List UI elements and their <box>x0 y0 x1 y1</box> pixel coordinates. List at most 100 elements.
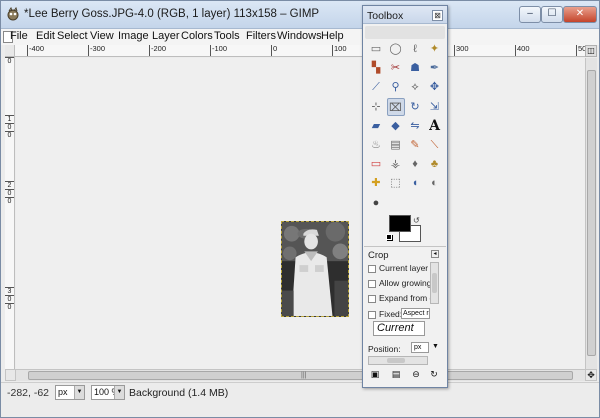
menu-windows[interactable]: Windows <box>277 30 322 42</box>
allow-growing-option[interactable]: Allow growing <box>368 278 431 288</box>
menu-filters[interactable]: Filters <box>246 30 276 42</box>
menu-view[interactable]: View <box>90 30 114 42</box>
text-tool-icon[interactable]: A <box>426 117 444 135</box>
expand-from-center-option[interactable]: Expand from ce <box>368 293 439 303</box>
maximize-button[interactable]: ☐ <box>541 6 563 23</box>
vertical-ruler[interactable]: 0100200300 <box>5 57 15 369</box>
menu-edit[interactable]: Edit <box>36 30 55 42</box>
menu-help[interactable]: Help <box>321 30 344 42</box>
position-unit-select[interactable]: px <box>411 342 429 353</box>
rect-select-tool-icon[interactable]: ▭ <box>367 40 385 58</box>
chevron-down-icon[interactable]: ▼ <box>432 343 439 350</box>
rotate-tool-icon[interactable]: ↻ <box>406 98 424 116</box>
title-bar[interactable]: *Lee Berry Goss.JPG-4.0 (RGB, 1 layer) 1… <box>1 1 599 29</box>
perspective-tool-icon[interactable]: ◆ <box>387 117 405 135</box>
pointer-coordinates: -282, -62 <box>7 387 50 399</box>
window-title: *Lee Berry Goss.JPG-4.0 (RGB, 1 layer) 1… <box>24 8 320 20</box>
vertical-scroll-thumb[interactable] <box>587 70 596 356</box>
ruler-tick-label: -400 <box>27 45 44 56</box>
save-options-icon[interactable]: ▣ <box>369 369 381 380</box>
smudge-tool-icon[interactable]: ◖ <box>406 174 424 192</box>
unit-select[interactable]: px ▼ <box>55 385 85 400</box>
free-select-tool-icon[interactable]: ℓ <box>406 40 424 58</box>
navigate-icon[interactable]: ✥ <box>585 369 597 381</box>
zoom-select[interactable]: 100 % ▼ <box>91 385 125 400</box>
swap-colors-icon[interactable]: ↺ <box>413 216 420 225</box>
reset-options-icon[interactable]: ↻ <box>428 369 440 380</box>
checkbox[interactable] <box>368 294 376 303</box>
zoom-to-fit-icon[interactable]: ◫ <box>585 45 597 57</box>
tool-options-hscroll-thumb[interactable] <box>387 358 405 363</box>
minimize-button[interactable]: – <box>519 6 541 23</box>
close-button[interactable]: ✕ <box>563 6 597 23</box>
toolbox-close-button[interactable]: ⊠ <box>432 10 443 21</box>
color-picker-tool-icon[interactable]: ⟋ <box>367 78 385 96</box>
tool-options-scroll-thumb[interactable] <box>432 273 437 293</box>
checkbox[interactable] <box>368 310 376 319</box>
ellipse-select-tool-icon[interactable]: ◯ <box>387 40 405 58</box>
menu-image[interactable]: Image <box>118 30 149 42</box>
status-bar: -282, -62 px ▼ 100 % ▼ Background (1.4 M… <box>1 382 599 402</box>
checkbox[interactable] <box>368 279 376 288</box>
crop-tool-icon[interactable]: ⌧ <box>386 97 405 116</box>
delete-options-icon[interactable]: ⊖ <box>410 369 422 380</box>
eraser-tool-icon[interactable]: ▭ <box>367 155 385 173</box>
perspective-clone-tool-icon[interactable]: ⬚ <box>387 174 405 192</box>
foreground-color-front[interactable] <box>389 215 411 232</box>
heal-tool-icon[interactable]: ✚ <box>367 174 385 192</box>
shear-tool-icon[interactable]: ▰ <box>367 117 385 135</box>
pencil-tool-icon[interactable]: ✎ <box>406 136 424 154</box>
reset-colors-icon[interactable] <box>386 234 392 240</box>
position-label: Position: <box>368 344 401 354</box>
wilber-drop-area[interactable] <box>365 26 445 39</box>
gimp-app-icon <box>7 7 19 21</box>
menu-colors[interactable]: Colors <box>181 30 213 42</box>
fixed-option[interactable]: Fixed: <box>368 309 402 319</box>
scissors-tool-icon[interactable]: ✂ <box>387 59 405 77</box>
menu-layer[interactable]: Layer <box>152 30 180 42</box>
horizontal-scrollbar[interactable]: ||| <box>16 369 585 381</box>
clone-tool-icon[interactable]: ♣ <box>426 155 444 173</box>
menu-bar: File Edit Select View Image Layer Colors Tools F… <box>1 29 599 45</box>
scale-tool-icon[interactable]: ⇲ <box>426 98 444 116</box>
color-select-tool-icon[interactable]: ▚ <box>367 59 385 77</box>
vertical-scrollbar[interactable] <box>585 58 597 369</box>
photo-layer[interactable] <box>281 221 349 317</box>
ink-tool-icon[interactable]: ♦ <box>406 155 424 173</box>
fixed-mode-select[interactable]: Aspect ra <box>401 308 430 319</box>
ruler-tick-label: -100 <box>210 45 227 56</box>
horizontal-ruler[interactable]: -400-300-200-1000100200300400500 <box>15 45 585 57</box>
paths-tool-icon[interactable]: ✒ <box>426 59 444 77</box>
bucket-fill-tool-icon[interactable]: ♨ <box>367 136 385 154</box>
menu-select[interactable]: Select <box>57 30 88 42</box>
current-layer-only-option[interactable]: Current layer or <box>368 263 438 273</box>
move-tool-icon[interactable]: ✥ <box>426 78 444 96</box>
dodge-burn-tool-icon[interactable]: ● <box>367 194 385 212</box>
ruler-corner[interactable] <box>5 45 15 57</box>
tool-options-title: Crop <box>368 250 389 261</box>
checkbox[interactable] <box>368 264 376 273</box>
align-tool-icon[interactable]: ⊹ <box>367 98 385 116</box>
airbrush-tool-icon[interactable]: ⚶ <box>387 155 405 173</box>
ruler-tick-label: 3 <box>5 287 14 295</box>
tool-options-hscrollbar[interactable] <box>368 356 428 365</box>
zoom-tool-icon[interactable]: ⚲ <box>387 78 405 96</box>
paintbrush-tool-icon[interactable]: ⟍ <box>426 136 444 154</box>
checkbox-label: Allow growing <box>379 278 432 288</box>
tool-options-scrollbar[interactable] <box>430 262 439 304</box>
menu-file[interactable]: File <box>10 30 28 42</box>
blend-tool-icon[interactable]: ▤ <box>387 136 405 154</box>
quick-mask-toggle[interactable] <box>5 369 16 381</box>
tool-options-config-icon[interactable]: ◂ <box>431 250 439 258</box>
aspect-current-field[interactable]: Current <box>373 321 425 336</box>
flip-tool-icon[interactable]: ⇋ <box>406 117 424 135</box>
fuzzy-select-tool-icon[interactable]: ✦ <box>426 40 444 58</box>
toolbox-title-bar[interactable]: Toolbox ⊠ <box>363 6 447 24</box>
menu-tools[interactable]: Tools <box>214 30 240 42</box>
restore-options-icon[interactable]: ▤ <box>390 369 402 380</box>
foreground-select-tool-icon[interactable]: ☗ <box>406 59 424 77</box>
blur-tool-icon[interactable]: ◐ <box>426 174 444 192</box>
status-message: Background (1.4 MB) <box>129 387 229 399</box>
measure-tool-icon[interactable]: ⟡ <box>406 78 424 96</box>
image-canvas[interactable] <box>16 58 585 369</box>
